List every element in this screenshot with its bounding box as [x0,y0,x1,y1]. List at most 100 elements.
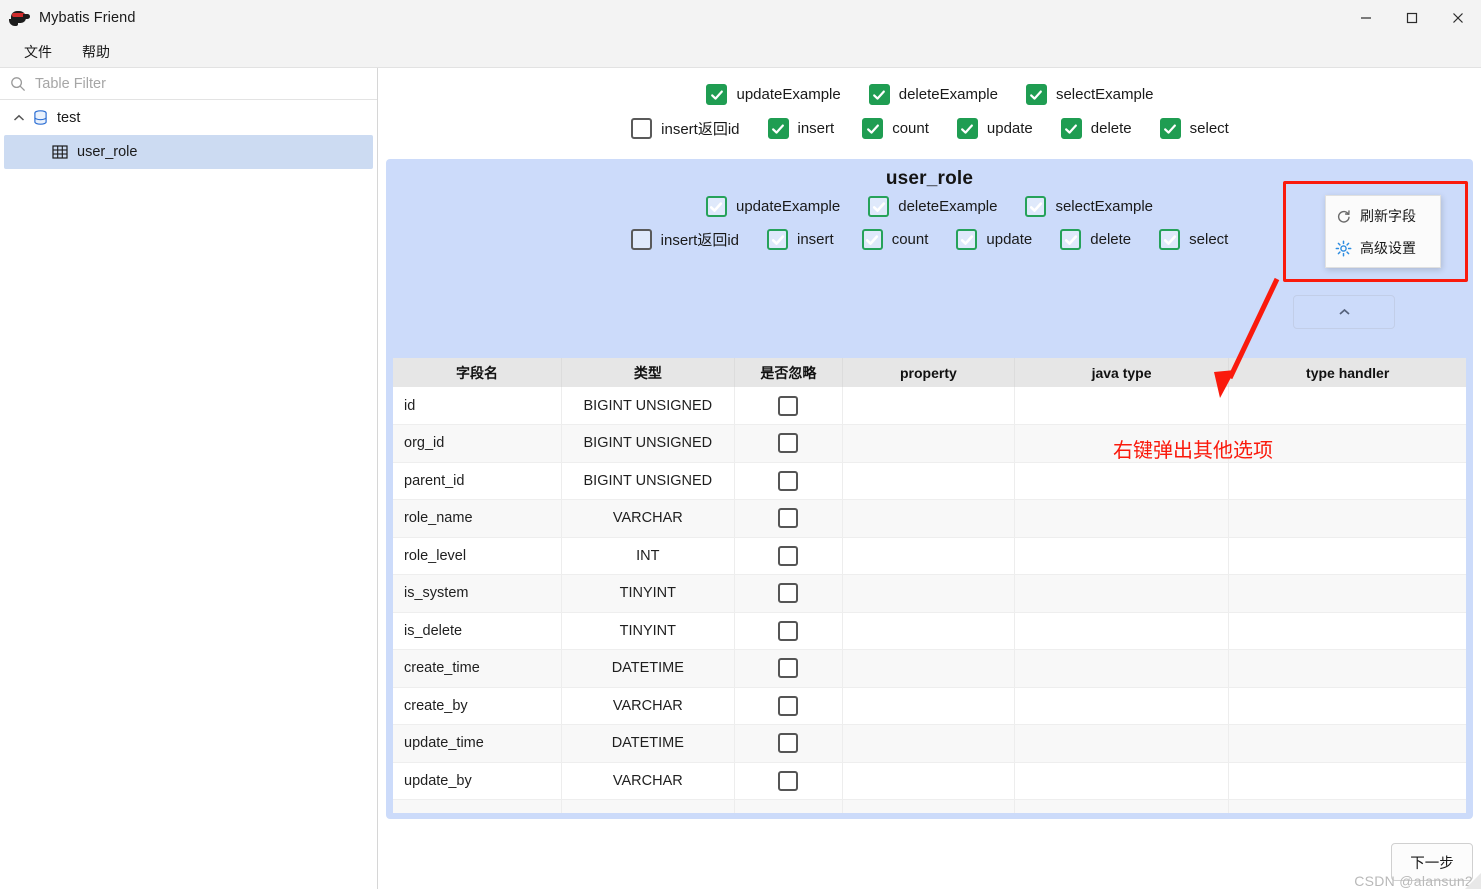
checkbox-select[interactable] [1159,229,1181,250]
cell-type-handler[interactable] [1228,649,1466,688]
menu-item-help[interactable]: 帮助 [72,38,120,66]
panel-option-insert[interactable]: insert [767,229,834,250]
cell-java-type[interactable] [1014,762,1230,800]
cell-java-type[interactable] [1014,499,1230,538]
cell-ignore[interactable] [734,574,844,613]
cell-java-type[interactable] [1014,574,1230,613]
minimize-icon[interactable] [1343,0,1389,36]
checkbox-selectexample[interactable] [1025,196,1047,217]
cell-ignore[interactable] [734,762,844,800]
cell-property[interactable] [842,724,1015,763]
checkbox-insert[interactable] [767,229,788,250]
cell-property[interactable] [842,424,1015,463]
checkbox-update[interactable] [956,118,978,139]
cell-field-name[interactable]: org_id [393,424,562,463]
cell-java-type[interactable] [1014,687,1230,725]
ignore-checkbox[interactable] [778,433,799,454]
cell-type-handler[interactable] [1228,687,1466,725]
cell-property[interactable] [842,387,1015,425]
cell-type-handler[interactable] [1228,574,1466,613]
panel-option-deleteexample[interactable]: deleteExample [868,196,997,217]
cell-java-type[interactable] [1014,537,1230,575]
checkbox-deleteexample[interactable] [868,84,890,105]
cell-field-name[interactable]: create_time [393,649,562,688]
global-option-deleteexample[interactable]: deleteExample [868,84,998,105]
cell-property[interactable] [842,462,1015,500]
cell-type-handler[interactable] [1228,462,1466,500]
table-row[interactable]: parent_id BIGINT UNSIGNED [393,462,1466,500]
search-input[interactable] [35,75,335,92]
panel-option-insertid[interactable]: insert返回id [630,229,739,250]
cell-field-name[interactable]: is_delete [393,612,562,650]
cell-ignore[interactable] [734,499,844,538]
cell-java-type[interactable] [1014,612,1230,650]
table-row[interactable]: create_by VARCHAR [393,687,1466,725]
table-row[interactable]: create_time DATETIME [393,649,1466,688]
table-row[interactable]: role_level INT [393,537,1466,575]
cell-type-handler[interactable] [1228,724,1466,763]
checkbox-count[interactable] [861,229,883,250]
global-option-insertid[interactable]: insert返回id [631,118,740,139]
panel-option-updateexample[interactable]: updateExample [705,196,840,217]
column-header-2[interactable]: 是否忽略 [734,358,844,387]
panel-option-count[interactable]: count [861,229,928,250]
cell-property[interactable] [842,762,1015,800]
cell-type-handler[interactable] [1228,612,1466,650]
table-row[interactable]: org_id BIGINT UNSIGNED [393,424,1466,463]
cell-property[interactable] [842,612,1015,650]
checkbox-update[interactable] [956,229,978,250]
column-header-0[interactable]: 字段名 [393,358,562,387]
cell-java-type[interactable] [1014,462,1230,500]
checkbox-deleteexample[interactable] [868,196,890,217]
table-row[interactable]: is_system TINYINT [393,574,1466,613]
context-menu-item-refresh-fields[interactable]: 刷新字段 [1326,200,1440,232]
cell-field-name[interactable]: create_by [393,687,562,725]
cell-field-name[interactable]: parent_id [393,462,562,500]
cell-field-name[interactable]: update_time [393,724,562,763]
ignore-checkbox[interactable] [778,508,799,529]
maximize-icon[interactable] [1389,0,1435,36]
panel-option-update[interactable]: update [956,229,1032,250]
checkbox-updateexample[interactable] [706,84,728,105]
ignore-checkbox[interactable] [778,695,799,716]
cell-ignore[interactable] [734,687,844,725]
ignore-checkbox[interactable] [778,470,799,491]
ignore-checkbox[interactable] [778,733,799,754]
cell-field-name[interactable]: update_by [393,762,562,800]
column-header-3[interactable]: property [842,358,1015,387]
cell-field-name[interactable]: role_name [393,499,562,538]
global-option-update[interactable]: update [956,118,1033,139]
table-row[interactable]: update_time DATETIME [393,724,1466,763]
cell-ignore[interactable] [734,649,844,688]
chevron-up-icon[interactable] [12,111,26,125]
panel-option-selectexample[interactable]: selectExample [1025,196,1153,217]
global-option-count[interactable]: count [862,118,929,139]
ignore-checkbox[interactable] [778,545,799,566]
column-header-1[interactable]: 类型 [561,358,735,387]
cell-property[interactable] [842,537,1015,575]
cell-java-type[interactable] [1014,724,1230,763]
checkbox-count[interactable] [862,118,884,139]
ignore-checkbox[interactable] [778,658,799,679]
cell-field-name[interactable]: role_level [393,537,562,575]
checkbox-insertid[interactable] [631,118,653,139]
ignore-checkbox[interactable] [778,395,799,416]
cell-ignore[interactable] [734,387,844,425]
checkbox-insert[interactable] [767,118,789,139]
panel-option-delete[interactable]: delete [1060,229,1131,250]
checkbox-delete[interactable] [1060,229,1082,250]
cell-property[interactable] [842,499,1015,538]
checkbox-select[interactable] [1159,118,1181,139]
fields-table-container[interactable]: 字段名 类型 是否忽略 property java type type handler i… [393,358,1466,813]
cell-ignore[interactable] [734,462,844,500]
sidebar-item-user-role[interactable]: user_role [4,135,373,169]
cell-ignore[interactable] [734,424,844,463]
table-row[interactable]: role_name VARCHAR [393,499,1466,538]
close-icon[interactable] [1435,0,1481,36]
ignore-checkbox[interactable] [778,770,799,791]
global-option-insert[interactable]: insert [767,118,834,139]
cell-type-handler[interactable] [1228,537,1466,575]
cell-property[interactable] [842,649,1015,688]
cell-ignore[interactable] [734,724,844,763]
global-option-updateexample[interactable]: updateExample [706,84,841,105]
